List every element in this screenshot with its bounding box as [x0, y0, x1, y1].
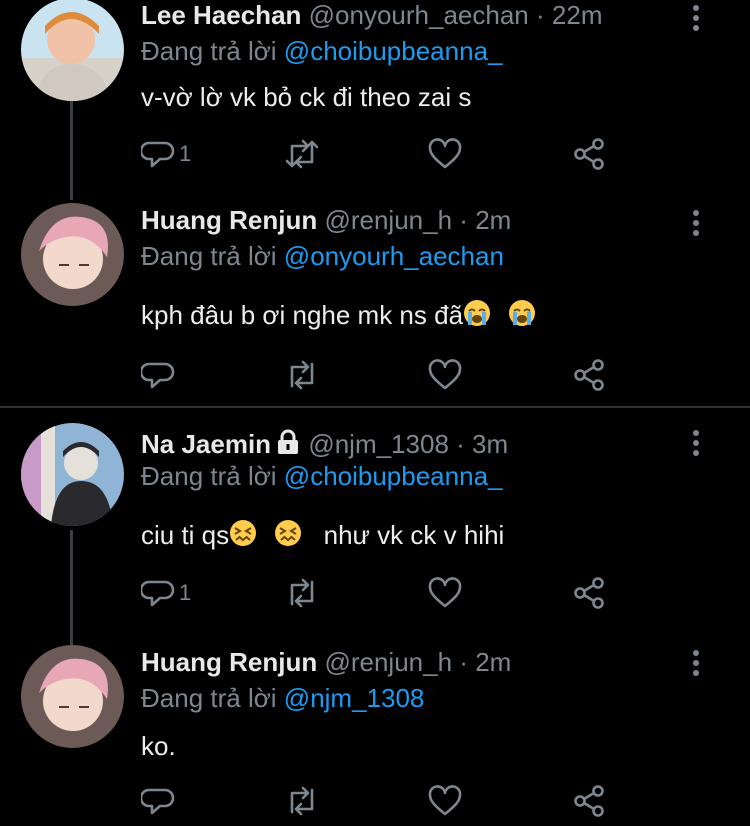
thread-line [70, 100, 73, 200]
retweet-icon [290, 786, 314, 816]
reply-tweet[interactable]: Lee Haechan @onyourh_aechan · 22m Đang t… [0, 0, 750, 200]
reply-icon [141, 580, 175, 607]
reply-button[interactable]: 1 [141, 573, 191, 613]
replying-to-label: Đang trả lời [141, 461, 277, 491]
reply-icon [141, 788, 175, 815]
separator: · [459, 647, 468, 677]
tweet-text-tail: như vk ck v hihi [323, 520, 505, 550]
like-button[interactable] [427, 355, 463, 395]
retweet-button[interactable] [283, 134, 321, 174]
replying-to-label: Đang trả lời [141, 683, 277, 713]
reply-tweet[interactable]: Huang Renjun @renjun_h · 2m Đang trả lời… [0, 645, 750, 826]
tweet-text: ko. [141, 731, 176, 762]
display-name[interactable]: Na Jaemin [141, 429, 271, 459]
share-button[interactable] [571, 355, 607, 395]
action-bar: 1 [141, 573, 611, 613]
tweet-text: v-vờ lờ vk bỏ ck đi theo zai s [141, 82, 471, 113]
reply-tweet[interactable]: Huang Renjun @renjun_h · 2m Đang trả lời… [0, 203, 750, 405]
reply-button[interactable]: 1 [141, 134, 191, 174]
replying-to-label: Đang trả lời [141, 241, 277, 271]
timestamp[interactable]: 2m [475, 205, 511, 235]
tweet-text-body: ko. [141, 731, 176, 761]
mention-link[interactable]: @choibupbeanna_ [284, 461, 503, 491]
separator: · [536, 0, 545, 30]
username[interactable]: @renjun_h [324, 647, 452, 677]
action-bar [141, 781, 611, 821]
tweet-text: kph đâu b ơi nghe mk ns đã [141, 299, 536, 331]
like-button[interactable] [427, 134, 463, 174]
replying-to: Đang trả lời @onyourh_aechan [141, 241, 504, 272]
like-button[interactable] [427, 781, 463, 821]
action-bar: 1 [141, 134, 611, 174]
like-button[interactable] [427, 573, 463, 613]
retweet-icon [285, 139, 319, 169]
lock-icon [278, 429, 299, 454]
retweet-button[interactable] [283, 355, 321, 395]
heart-icon [428, 577, 462, 608]
reply-tweet[interactable]: Na Jaemin @njm_1308 · 3m Đang trả lời @c… [0, 423, 750, 645]
tweet-header: Huang Renjun @renjun_h · 2m [141, 205, 511, 236]
retweet-icon [290, 360, 314, 390]
confounded-emoji [230, 520, 257, 546]
avatar[interactable] [21, 0, 124, 101]
tweet-text-body: kph đâu b ơi nghe mk ns đã [141, 300, 464, 330]
retweet-button[interactable] [283, 573, 321, 613]
share-button[interactable] [571, 573, 607, 613]
username[interactable]: @onyourh_aechan [309, 0, 529, 30]
more-icon[interactable] [684, 648, 708, 678]
tweet-text-body: v-vờ lờ vk bỏ ck đi theo zai s [141, 82, 472, 112]
share-icon [574, 577, 604, 609]
share-icon [574, 785, 604, 817]
separator: · [456, 429, 465, 459]
tweet-text: ciu ti qs như vk ck v hihi [141, 519, 504, 551]
loudly-crying-emoji [464, 300, 491, 326]
reply-count: 1 [179, 141, 192, 166]
share-button[interactable] [571, 781, 607, 821]
avatar[interactable] [21, 645, 124, 748]
mention-link[interactable]: @onyourh_aechan [284, 241, 504, 271]
loudly-crying-emoji [509, 300, 536, 326]
mention-link[interactable]: @choibupbeanna_ [284, 36, 503, 66]
tweet-header: Na Jaemin @njm_1308 · 3m [141, 429, 508, 460]
display-name[interactable]: Huang Renjun [141, 205, 317, 235]
separator: · [459, 205, 468, 235]
display-name[interactable]: Lee Haechan [141, 0, 301, 30]
username[interactable]: @njm_1308 [308, 429, 449, 459]
avatar[interactable] [21, 203, 124, 306]
heart-icon [428, 138, 462, 169]
timestamp[interactable]: 2m [475, 647, 511, 677]
tweet-text-body: ciu ti qs [141, 520, 230, 550]
reply-button[interactable] [141, 355, 179, 395]
share-button[interactable] [571, 134, 607, 174]
share-icon [574, 359, 604, 391]
heart-icon [428, 359, 462, 390]
replying-to: Đang trả lời @njm_1308 [141, 683, 424, 714]
more-icon[interactable] [684, 428, 708, 458]
reply-icon [141, 362, 175, 389]
reply-icon [141, 141, 175, 168]
tweet-header: Lee Haechan @onyourh_aechan · 22m [141, 0, 602, 31]
retweet-icon [290, 578, 314, 608]
username[interactable]: @renjun_h [324, 205, 452, 235]
more-icon[interactable] [684, 208, 708, 238]
mention-link[interactable]: @njm_1308 [284, 683, 425, 713]
retweet-button[interactable] [283, 781, 321, 821]
more-icon[interactable] [684, 3, 708, 33]
share-icon [574, 138, 604, 170]
reply-button[interactable] [141, 781, 179, 821]
action-bar [141, 355, 611, 395]
avatar[interactable] [21, 423, 124, 526]
thread-divider [0, 406, 750, 408]
timestamp[interactable]: 22m [552, 0, 603, 30]
replying-to: Đang trả lời @choibupbeanna_ [141, 36, 503, 67]
heart-icon [428, 785, 462, 816]
display-name[interactable]: Huang Renjun [141, 647, 317, 677]
reply-count: 1 [179, 580, 192, 605]
confounded-emoji [275, 520, 302, 546]
replying-to: Đang trả lời @choibupbeanna_ [141, 461, 503, 492]
thread-line [70, 530, 73, 645]
timestamp[interactable]: 3m [472, 429, 508, 459]
replying-to-label: Đang trả lời [141, 36, 277, 66]
tweet-header: Huang Renjun @renjun_h · 2m [141, 647, 511, 678]
